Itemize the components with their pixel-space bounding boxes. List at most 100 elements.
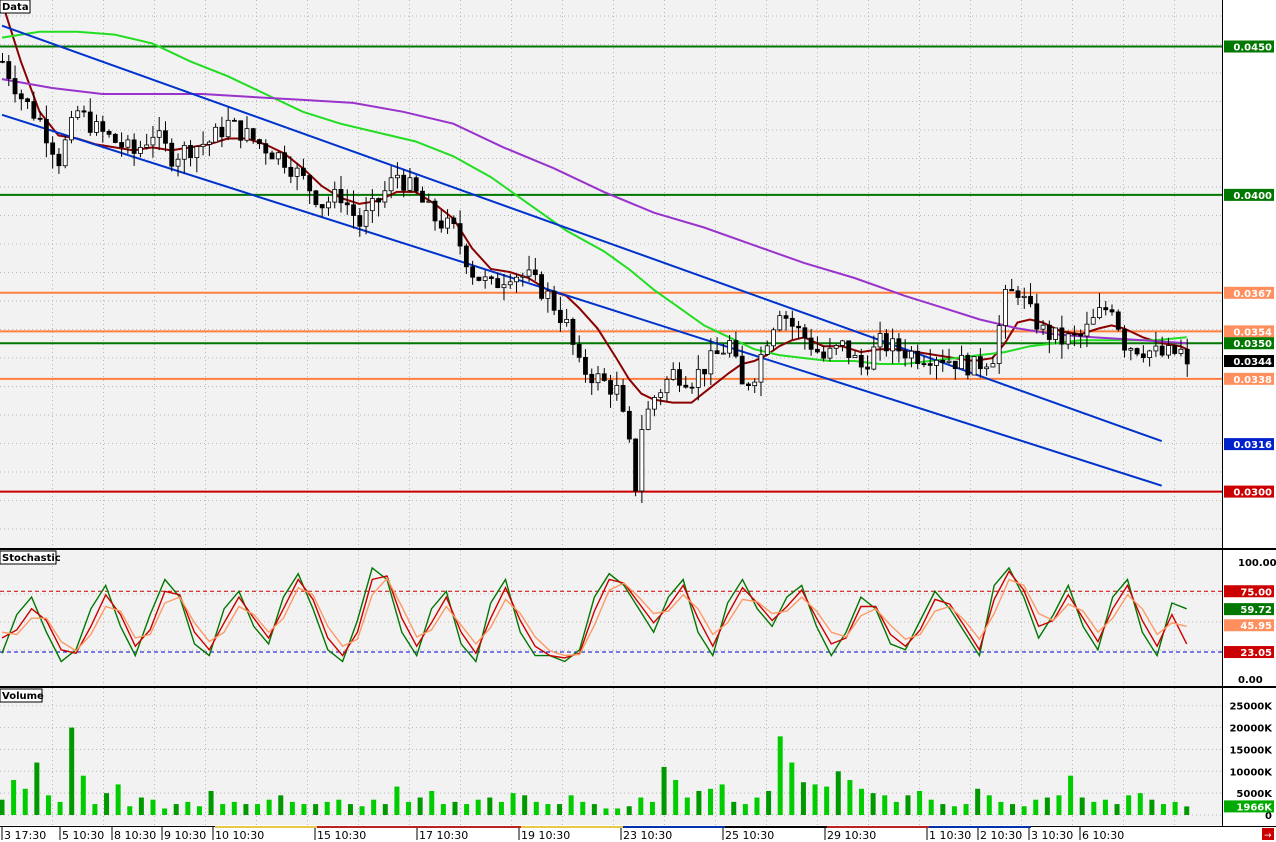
candle-body (219, 126, 225, 138)
volume-bar (359, 806, 365, 815)
candle-body (652, 397, 657, 410)
volume-bar (278, 795, 284, 815)
volume-bar (708, 788, 714, 815)
candle-body (181, 145, 187, 160)
candle-body (539, 274, 544, 299)
candle-body (263, 143, 269, 154)
candle-body (1140, 353, 1146, 358)
volume-bar (522, 795, 528, 815)
candle-body (507, 281, 513, 286)
price-pane-title-box[interactable]: Data (0, 0, 31, 14)
candle-body (959, 354, 964, 370)
candle-body (808, 337, 814, 350)
volume-bar (115, 784, 121, 815)
trading-chart[interactable]: 100.00 0.00 25000K 20000K 15000K 10000K 5000K 0… (0, 0, 1276, 842)
axis-value-tag-label: 0.0344 (1233, 357, 1272, 368)
candle-body (232, 119, 237, 122)
candle-body (50, 142, 56, 155)
candle-body (363, 210, 369, 227)
candle-body (313, 190, 319, 205)
session-strip (929, 826, 1031, 828)
candle-body (702, 368, 707, 375)
candle-body (708, 350, 714, 375)
volume-bar (893, 801, 899, 815)
candle-body (244, 128, 250, 141)
candle-body (376, 198, 382, 203)
candle-body (495, 278, 501, 289)
volume-bar (196, 806, 202, 815)
candle-body (332, 189, 338, 203)
candle-body (727, 340, 733, 354)
candle-body (557, 309, 563, 324)
candle-body (990, 363, 996, 368)
candle-body (752, 381, 758, 387)
candle-body (695, 368, 701, 388)
candle-body (420, 190, 425, 203)
candle-body (858, 354, 864, 368)
volume-bar (324, 801, 330, 815)
candle-body (413, 177, 419, 192)
time-axis-label: 10 10:30 (215, 829, 264, 842)
volume-bar (464, 804, 470, 815)
candle-body (1084, 323, 1090, 337)
candle-body (131, 139, 137, 154)
candle-body (833, 345, 839, 349)
candle-body (739, 355, 745, 385)
candle-body (601, 373, 607, 381)
volume-bar (870, 793, 876, 815)
candle-body (138, 147, 143, 154)
axis-value-tag-label: 0.0354 (1233, 327, 1272, 338)
volume-bar (429, 790, 435, 815)
candle-body (269, 152, 275, 160)
time-axis-label: 3 17:30 (4, 829, 46, 842)
candle-body (733, 340, 739, 357)
candle-body (1046, 324, 1052, 340)
candle-body (463, 245, 469, 268)
candle-body (871, 346, 877, 370)
candle-body (1028, 295, 1033, 305)
price-pane[interactable] (0, 0, 1222, 548)
volume-bar (615, 808, 621, 815)
candle-body (927, 363, 933, 366)
candle-body (37, 117, 43, 120)
volume-bar (266, 799, 272, 815)
time-axis-label: 8 10:30 (114, 829, 156, 842)
candle-body (451, 217, 457, 225)
candle-body (1147, 350, 1153, 358)
stochastic-pane-title-box[interactable]: Stochastic (0, 550, 61, 565)
axis-value-tag-label: 0.0400 (1233, 191, 1272, 202)
candle-body (382, 190, 388, 203)
axis-value-tag-label: 59.72 (1240, 605, 1272, 616)
candle-body (357, 215, 363, 227)
volume-pane-title-box[interactable]: Volume (0, 688, 44, 703)
session-strip (725, 826, 827, 828)
candle-body (307, 175, 313, 192)
candle-body (796, 325, 801, 329)
candle-body (43, 119, 49, 144)
candle-body (194, 146, 200, 159)
candle-body (514, 276, 519, 283)
candle-body (589, 373, 595, 384)
volume-bar (626, 806, 632, 815)
volume-bar (452, 801, 458, 815)
candle-body (626, 410, 632, 440)
volume-bar (719, 784, 725, 815)
candle-body (689, 386, 695, 389)
volume-pane[interactable] (0, 688, 1222, 825)
candle-body (1090, 317, 1096, 325)
candle-body (934, 359, 939, 366)
volume-bar (533, 801, 539, 815)
volume-bar (591, 804, 597, 815)
volume-bar (684, 797, 690, 815)
candle-body (902, 350, 908, 359)
chart-canvas[interactable]: 100.00 0.00 25000K 20000K 15000K 10000K 5000K 0… (0, 0, 1276, 842)
candle-body (319, 204, 325, 209)
candle-body (31, 101, 37, 119)
stochastic-pane[interactable] (0, 550, 1222, 686)
volume-bar (0, 799, 5, 815)
candle-body (526, 269, 532, 277)
volume-bar (127, 806, 133, 815)
candle-body (1134, 348, 1140, 355)
candle-body (576, 344, 582, 358)
volume-bar (185, 801, 191, 815)
